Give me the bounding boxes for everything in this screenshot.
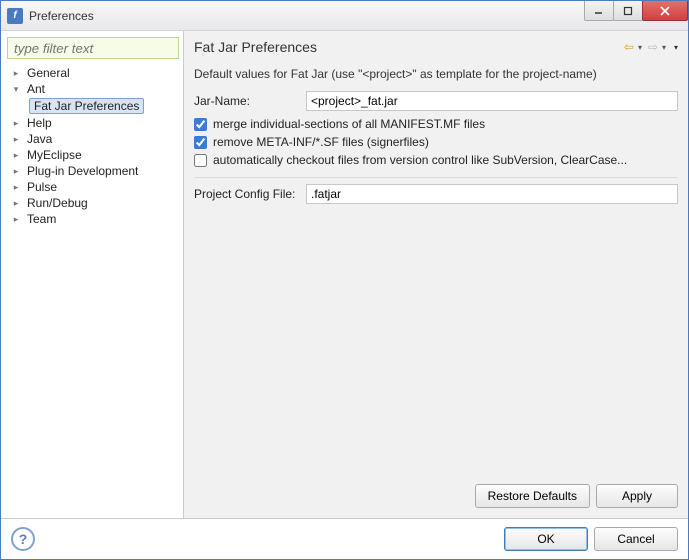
filter-input[interactable] xyxy=(7,37,179,59)
expand-icon[interactable]: ▸ xyxy=(11,134,21,145)
restore-defaults-button[interactable]: Restore Defaults xyxy=(475,484,590,508)
tree-item[interactable]: ▸Plug-in Development xyxy=(7,163,179,179)
expand-icon[interactable]: ▸ xyxy=(11,118,21,129)
view-menu-icon[interactable]: ▾ xyxy=(674,43,678,52)
dialog-footer: ? OK Cancel xyxy=(1,518,688,559)
tree-item[interactable]: ▸Team xyxy=(7,211,179,227)
close-icon xyxy=(659,5,671,17)
app-icon: f xyxy=(7,8,23,24)
config-file-input[interactable] xyxy=(306,184,678,204)
tree-item-label: Java xyxy=(23,132,56,146)
collapse-icon[interactable]: ▾ xyxy=(11,84,21,95)
tree-item[interactable]: ▸Help xyxy=(7,115,179,131)
tree-item-label: Run/Debug xyxy=(23,196,92,210)
window-buttons xyxy=(585,1,688,21)
expand-icon[interactable]: ▸ xyxy=(11,182,21,193)
tree-item-label: Pulse xyxy=(23,180,61,194)
panel-header: Fat Jar Preferences ⇦ ▾ ⇨ ▾ ▾ xyxy=(184,31,688,61)
tree-item[interactable]: ▸Pulse xyxy=(7,179,179,195)
auto-checkout-checkbox-label[interactable]: automatically checkout files from versio… xyxy=(213,153,627,167)
tree-item-label: MyEclipse xyxy=(23,148,86,162)
preferences-tree[interactable]: ▸General▾AntFat Jar Preferences▸Help▸Jav… xyxy=(7,63,179,512)
remove-sf-checkbox-row: remove META-INF/*.SF files (signerfiles) xyxy=(194,135,678,149)
titlebar: f Preferences xyxy=(1,1,688,31)
tree-item[interactable]: ▸Run/Debug xyxy=(7,195,179,211)
minimize-icon xyxy=(594,6,604,16)
cancel-button[interactable]: Cancel xyxy=(594,527,678,551)
merge-checkbox-label[interactable]: merge individual-sections of all MANIFES… xyxy=(213,117,485,131)
expand-icon[interactable]: ▸ xyxy=(11,166,21,177)
merge-checkbox[interactable] xyxy=(194,118,207,131)
tree-item[interactable]: ▸MyEclipse xyxy=(7,147,179,163)
back-icon[interactable]: ⇦ xyxy=(622,40,636,54)
minimize-button[interactable] xyxy=(584,1,614,21)
tree-item-label: General xyxy=(23,66,74,80)
panel-footer: Restore Defaults Apply xyxy=(194,476,678,518)
close-button[interactable] xyxy=(642,1,688,21)
tree-item[interactable]: ▸Java xyxy=(7,131,179,147)
forward-icon: ⇨ xyxy=(646,40,660,54)
panel: Fat Jar Preferences ⇦ ▾ ⇨ ▾ ▾ Default va… xyxy=(184,31,688,518)
expand-icon[interactable]: ▸ xyxy=(11,68,21,79)
expand-icon[interactable]: ▸ xyxy=(11,214,21,225)
separator xyxy=(194,177,678,178)
auto-checkout-checkbox-row: automatically checkout files from versio… xyxy=(194,153,678,167)
panel-body: Default values for Fat Jar (use "<projec… xyxy=(184,61,688,518)
ok-button[interactable]: OK xyxy=(504,527,588,551)
tree-item-label: Team xyxy=(23,212,60,226)
expand-icon[interactable]: ▸ xyxy=(11,198,21,209)
tree-item-label: Ant xyxy=(23,82,49,96)
remove-sf-checkbox[interactable] xyxy=(194,136,207,149)
config-file-label: Project Config File: xyxy=(194,187,306,201)
back-menu-icon[interactable]: ▾ xyxy=(638,43,642,52)
maximize-button[interactable] xyxy=(613,1,643,21)
content: ▸General▾AntFat Jar Preferences▸Help▸Jav… xyxy=(1,31,688,518)
sidebar: ▸General▾AntFat Jar Preferences▸Help▸Jav… xyxy=(1,31,184,518)
auto-checkout-checkbox[interactable] xyxy=(194,154,207,167)
tree-item[interactable]: ▸General xyxy=(7,65,179,81)
apply-button[interactable]: Apply xyxy=(596,484,678,508)
tree-item[interactable]: Fat Jar Preferences xyxy=(7,97,179,115)
window-title: Preferences xyxy=(29,9,585,23)
jar-name-row: Jar-Name: xyxy=(194,91,678,111)
remove-sf-checkbox-label[interactable]: remove META-INF/*.SF files (signerfiles) xyxy=(213,135,429,149)
jar-name-input[interactable] xyxy=(306,91,678,111)
panel-description: Default values for Fat Jar (use "<projec… xyxy=(194,67,678,81)
help-icon[interactable]: ? xyxy=(11,527,35,551)
expand-icon[interactable]: ▸ xyxy=(11,150,21,161)
merge-checkbox-row: merge individual-sections of all MANIFES… xyxy=(194,117,678,131)
panel-title: Fat Jar Preferences xyxy=(194,39,618,55)
tree-item-label: Fat Jar Preferences xyxy=(29,98,144,114)
jar-name-label: Jar-Name: xyxy=(194,94,306,108)
tree-item[interactable]: ▾Ant xyxy=(7,81,179,97)
preferences-window: f Preferences ▸General▾AntFat Jar Prefer… xyxy=(0,0,689,560)
tree-item-label: Plug-in Development xyxy=(23,164,142,178)
forward-menu-icon[interactable]: ▾ xyxy=(662,43,666,52)
tree-item-label: Help xyxy=(23,116,56,130)
maximize-icon xyxy=(623,6,633,16)
config-file-row: Project Config File: xyxy=(194,184,678,204)
